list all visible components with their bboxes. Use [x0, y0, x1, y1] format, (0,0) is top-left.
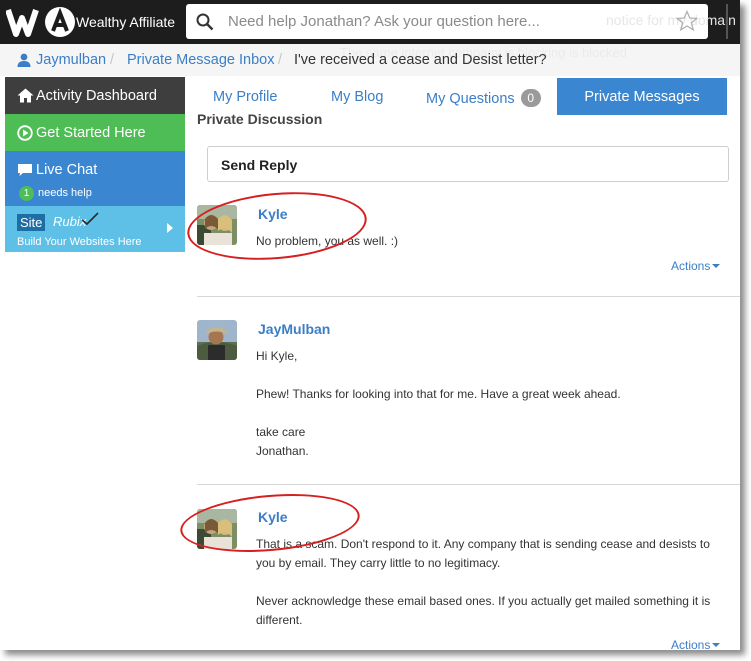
message-text: Never acknowledge these email based ones…: [256, 594, 711, 608]
background-ghost-text: notice for my domain: [606, 12, 736, 28]
breadcrumb-separator: /: [278, 52, 283, 68]
app-window: Wealthy Affiliate notice for my domain N…: [0, 0, 740, 650]
message-text: take care: [256, 425, 306, 439]
sidebar-item-label: Get Started Here: [36, 125, 146, 141]
sidebar-item-activity-dashboard[interactable]: Activity Dashboard: [5, 77, 185, 114]
send-reply-button[interactable]: Send Reply: [207, 146, 729, 182]
message-divider: [197, 296, 740, 297]
section-title: Private Discussion: [197, 111, 323, 127]
siterubix-logo-box: Site: [17, 214, 46, 231]
actions-dropdown[interactable]: Actions: [671, 638, 721, 650]
message-author[interactable]: JayMulban: [258, 321, 330, 337]
profile-tabs: My Profile My Blog My Questions 0 Private…: [185, 78, 740, 115]
tab-label: My Questions: [426, 91, 515, 107]
chevron-right-icon: [167, 223, 173, 233]
home-icon: [17, 88, 34, 103]
siterubix-subtext: Build Your Websites Here: [17, 236, 142, 248]
chat-subtext: needs help: [38, 187, 92, 199]
breadcrumb: The same internet company is blocking is…: [0, 44, 740, 76]
sidebar-item-label: Activity Dashboard: [36, 88, 157, 104]
search-input[interactable]: Need help Jonathan? Ask your question he…: [228, 13, 540, 30]
chat-icon: [18, 164, 32, 176]
star-icon[interactable]: [676, 10, 698, 32]
message-text: Hi Kyle,: [256, 349, 298, 363]
tab-my-profile[interactable]: My Profile: [213, 78, 277, 115]
breadcrumb-separator: /: [110, 52, 115, 68]
breadcrumb-current: I've received a cease and Desist letter?: [294, 52, 547, 68]
message-text: Jonathan.: [256, 444, 309, 458]
sidebar-item-live-chat[interactable]: Live Chat 1 needs help: [5, 151, 185, 206]
message-text: Phew! Thanks for looking into that for m…: [256, 387, 621, 401]
search-box[interactable]: notice for my domain Need help Jonathan?…: [186, 4, 736, 39]
sidebar-item-get-started[interactable]: Get Started Here: [5, 114, 185, 151]
actions-dropdown[interactable]: Actions: [671, 259, 721, 273]
tab-my-blog[interactable]: My Blog: [331, 78, 383, 115]
topbar-edge: [726, 4, 740, 39]
message-text: you by email. They carry little to no le…: [256, 556, 501, 570]
questions-count-badge: 0: [520, 89, 541, 107]
chat-count-badge: 1: [19, 186, 34, 201]
brand-name: Wealthy Affiliate: [76, 14, 176, 30]
caret-down-icon: [712, 643, 721, 647]
tab-my-questions[interactable]: My Questions 0: [426, 78, 541, 115]
sidebar: Activity Dashboard Get Started Here Live…: [5, 77, 185, 252]
actions-label: Actions: [671, 259, 711, 273]
message-text: different.: [256, 613, 303, 627]
checkmark-icon: [81, 212, 99, 226]
breadcrumb-user-link[interactable]: Jaymulban: [36, 52, 106, 68]
message-divider: [197, 484, 740, 485]
actions-label: Actions: [671, 638, 711, 650]
top-navigation-bar: Wealthy Affiliate notice for my domain N…: [0, 0, 740, 44]
breadcrumb-inbox-link[interactable]: Private Message Inbox: [127, 52, 275, 68]
send-reply-label: Send Reply: [221, 157, 298, 173]
sidebar-item-label: Live Chat: [36, 162, 98, 178]
avatar[interactable]: [197, 320, 237, 360]
user-icon: [17, 53, 31, 67]
sidebar-item-siterubix[interactable]: Site Rubix Build Your Websites Here: [5, 206, 185, 252]
caret-down-icon: [712, 264, 721, 268]
tab-private-messages[interactable]: Private Messages: [557, 78, 727, 115]
search-icon: [196, 13, 214, 31]
play-circle-icon: [17, 125, 33, 141]
wealthy-affiliate-logo[interactable]: [6, 4, 76, 40]
